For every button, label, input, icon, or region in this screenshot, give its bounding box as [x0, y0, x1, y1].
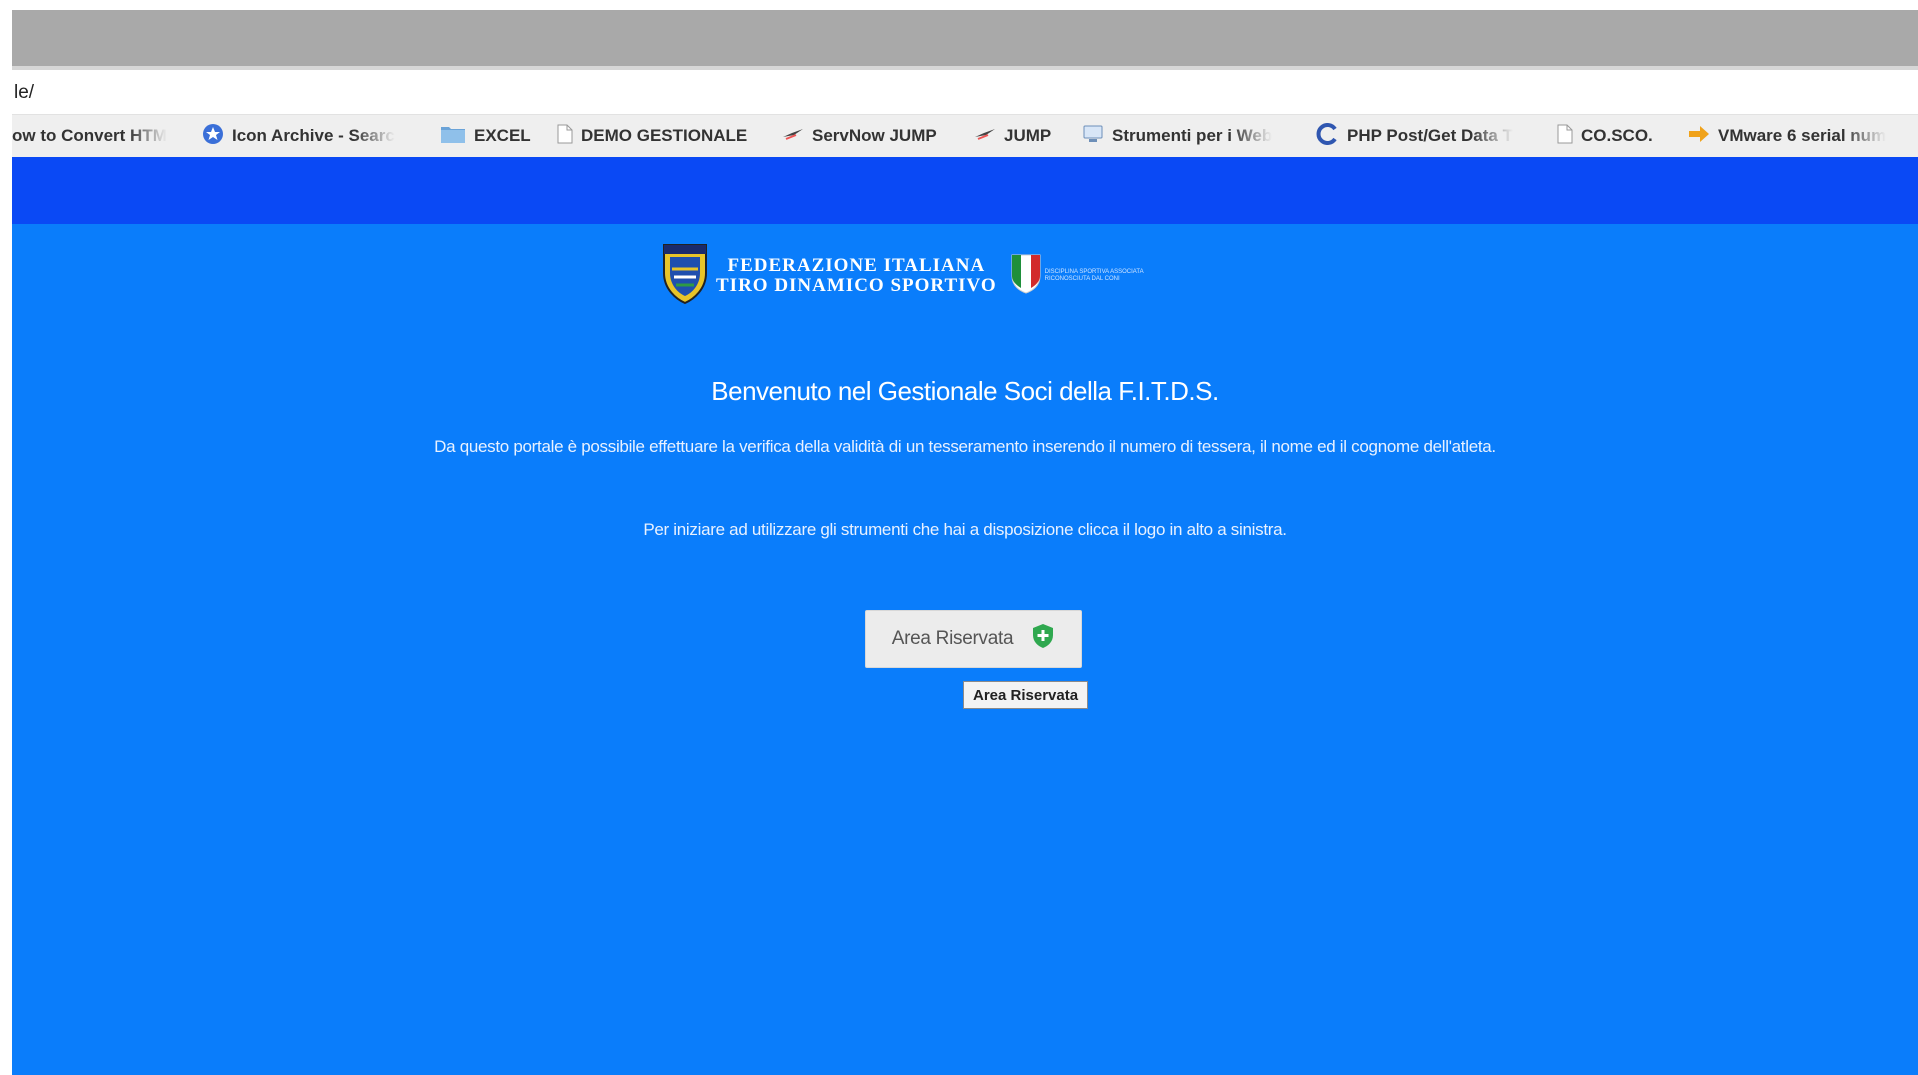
area-riservata-button[interactable]: Area Riservata — [865, 610, 1082, 668]
welcome-title: Benvenuto nel Gestionale Soci della F.I.… — [711, 376, 1219, 406]
bookmark-servnow-jump[interactable]: ServNow JUMP — [782, 115, 937, 157]
federation-name-line1: FEDERAZIONE ITALIANA — [727, 255, 986, 276]
bookmark-label: ServNow JUMP — [812, 126, 937, 145]
bookmark-label: DEMO GESTIONALE — [581, 126, 748, 145]
page-icon — [1557, 124, 1573, 149]
shield-plus-icon — [1031, 623, 1055, 655]
bookmarks-bar: ow to Convert HTM Icon Archive - Searc E… — [12, 115, 1918, 158]
jump-icon — [782, 126, 804, 146]
bookmark-label: Icon Archive - Searc — [232, 126, 395, 145]
address-bar[interactable]: le/ — [12, 70, 1918, 115]
federation-logo[interactable]: FEDERAZIONE ITALIANA TIRO DINAMICO SPORT… — [662, 243, 1155, 310]
bookmark-icon-archive[interactable]: Icon Archive - Searc — [202, 115, 427, 157]
fitds-shield-logo[interactable] — [662, 243, 708, 310]
page-icon — [557, 124, 573, 149]
bookmark-label: PHP Post/Get Data T — [1347, 126, 1513, 145]
browser-window: le/ ow to Convert HTM Icon Archive - Sea… — [12, 0, 1918, 1075]
bookmark-label: EXCEL — [474, 126, 531, 145]
site-navbar — [12, 157, 1918, 224]
bookmark-label: ow to Convert HTM — [12, 126, 167, 145]
bookmark-demo-gestionale[interactable]: DEMO GESTIONALE — [557, 115, 747, 157]
bookmark-convert-html[interactable]: ow to Convert HTM — [12, 115, 182, 157]
arrow-icon — [1688, 125, 1710, 148]
italian-flag-shield-icon — [1011, 254, 1041, 299]
bookmark-label: Strumenti per i Web — [1112, 126, 1273, 145]
page-content: FEDERAZIONE ITALIANA TIRO DINAMICO SPORT… — [12, 224, 1918, 1075]
instructions-text: Per iniziare ad utilizzare gli strumenti… — [643, 520, 1287, 539]
jump-icon — [974, 126, 996, 146]
bookmark-label: VMware 6 serial num — [1718, 126, 1887, 145]
bookmark-label: JUMP — [1004, 126, 1052, 145]
bookmark-vmware-serial[interactable]: VMware 6 serial num — [1688, 115, 1913, 157]
area-riservata-tooltip: Area Riservata — [963, 681, 1089, 709]
web-tools-icon — [1082, 124, 1104, 149]
php-icon — [1315, 122, 1339, 150]
bookmark-cosco[interactable]: CO.SCO. — [1557, 115, 1653, 157]
intro-text: Da questo portale è possibile effettuare… — [434, 437, 1496, 456]
federation-name: FEDERAZIONE ITALIANA TIRO DINAMICO SPORT… — [716, 256, 997, 296]
folder-icon — [440, 124, 466, 149]
icon-archive-icon — [202, 123, 224, 150]
window-top-edge — [12, 0, 1918, 10]
browser-tab-strip — [12, 10, 1918, 66]
bookmark-php-post-get[interactable]: PHP Post/Get Data T — [1315, 115, 1530, 157]
bookmark-strumenti-web[interactable]: Strumenti per i Web — [1082, 115, 1297, 157]
bookmark-excel[interactable]: EXCEL — [440, 115, 531, 157]
federation-name-line2: TIRO DINAMICO SPORTIVO — [716, 275, 997, 296]
area-riservata-label: Area Riservata — [891, 628, 1014, 649]
bookmark-label: CO.SCO. — [1581, 126, 1653, 145]
address-text[interactable]: le/ — [14, 82, 34, 104]
coni-caption: DISCIPLINA SPORTIVA ASSOCIATA RICONOSCIU… — [1044, 269, 1144, 282]
coni-badge: DISCIPLINA SPORTIVA ASSOCIATA RICONOSCIU… — [1011, 254, 1155, 299]
bookmark-jump[interactable]: JUMP — [974, 115, 1051, 157]
